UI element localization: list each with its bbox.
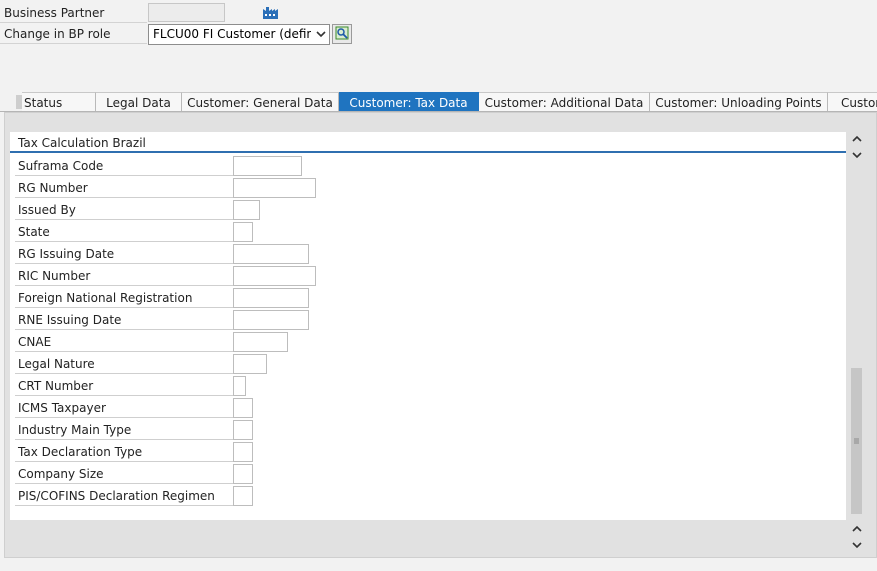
tab-customer-tax-data[interactable]: Customer: Tax Data [339, 92, 479, 112]
foreign-national-registration-label: Foreign National Registration [15, 288, 233, 308]
rg-number-field[interactable] [233, 178, 316, 198]
chevron-down-icon[interactable] [315, 25, 327, 44]
company-size-field[interactable] [233, 464, 253, 484]
tax-declaration-type-field[interactable] [233, 442, 253, 462]
icms-taxpayer-label: ICMS Taxpayer [15, 398, 233, 418]
bp-role-label: Change in BP role [0, 24, 147, 44]
crt-number-label: CRT Number [15, 376, 233, 396]
tab-customer-more[interactable]: Custon [828, 92, 877, 112]
execute-icon [335, 26, 349, 43]
suframa-code-label: Suframa Code [15, 156, 233, 176]
industry-main-type-field[interactable] [233, 420, 253, 440]
scroll-down-icon[interactable] [848, 538, 865, 552]
factory-icon[interactable] [262, 4, 280, 20]
issued-by-label: Issued By [15, 200, 233, 220]
scroll-down-secondary-icon[interactable] [848, 522, 865, 536]
industry-main-type-label: Industry Main Type [15, 420, 233, 440]
rne-issuing-date-label: RNE Issuing Date [15, 310, 233, 330]
cnae-label: CNAE [15, 332, 233, 352]
tab-strip: Status Legal Data Customer: General Data… [0, 92, 877, 112]
issued-by-field[interactable] [233, 200, 260, 220]
tab-customer-unloading-points[interactable]: Customer: Unloading Points [650, 92, 828, 112]
rg-number-label: RG Number [15, 178, 233, 198]
execute-button[interactable] [332, 24, 352, 44]
business-partner-field[interactable] [148, 3, 225, 22]
state-field[interactable] [233, 222, 253, 242]
pis-cofins-declaration-regimen-field[interactable] [233, 486, 253, 506]
company-size-label: Company Size [15, 464, 233, 484]
crt-number-field[interactable] [233, 376, 246, 396]
state-label: State [15, 222, 233, 242]
rg-issuing-date-field[interactable] [233, 244, 309, 264]
scrollbar-thumb[interactable] [851, 368, 862, 514]
cnae-field[interactable] [233, 332, 288, 352]
rg-issuing-date-label: RG Issuing Date [15, 244, 233, 264]
tab-customer-additional-data[interactable]: Customer: Additional Data [479, 92, 650, 112]
icms-taxpayer-field[interactable] [233, 398, 253, 418]
vertical-scrollbar[interactable] [848, 128, 865, 554]
pis-cofins-declaration-regimen-label: PIS/COFINS Declaration Regimen [15, 486, 233, 506]
legal-nature-field[interactable] [233, 354, 267, 374]
foreign-national-registration-field[interactable] [233, 288, 309, 308]
bp-role-value: FLCU00 FI Customer (define... [153, 27, 311, 41]
tax-declaration-type-label: Tax Declaration Type [15, 442, 233, 462]
rne-issuing-date-field[interactable] [233, 310, 309, 330]
bp-role-select[interactable]: FLCU00 FI Customer (define... [148, 24, 330, 45]
group-title: Tax Calculation Brazil [18, 136, 146, 150]
scroll-up-icon[interactable] [848, 132, 865, 146]
tab-customer-general-data[interactable]: Customer: General Data [182, 92, 339, 112]
group-underline [10, 151, 846, 153]
ric-number-field[interactable] [233, 266, 316, 286]
suframa-code-field[interactable] [233, 156, 302, 176]
tab-legal-data[interactable]: Legal Data [96, 92, 182, 112]
tab-status[interactable]: Status [22, 92, 96, 112]
business-partner-label: Business Partner [0, 3, 147, 23]
ric-number-label: RIC Number [15, 266, 233, 286]
legal-nature-label: Legal Nature [15, 354, 233, 374]
scroll-up-secondary-icon[interactable] [848, 148, 865, 162]
